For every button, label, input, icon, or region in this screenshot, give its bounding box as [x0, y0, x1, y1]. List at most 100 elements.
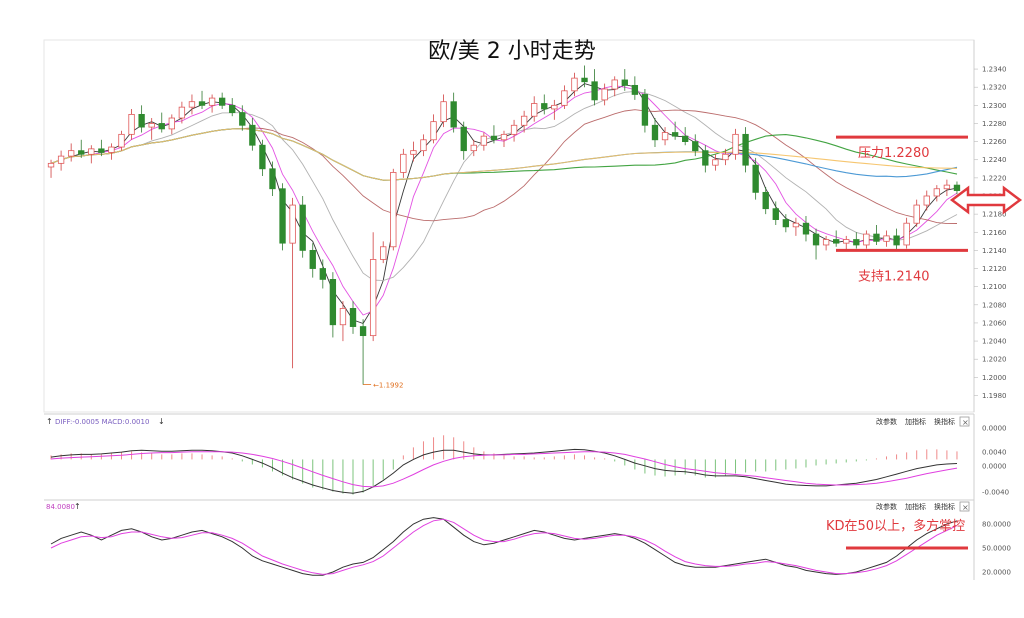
candle-body — [138, 114, 145, 128]
candle-body — [873, 233, 880, 242]
down-arrow-icon: ↓ — [158, 417, 165, 426]
candle-body — [380, 246, 387, 260]
candle-body — [420, 139, 427, 152]
candle-body — [369, 259, 377, 337]
main-annotations: ←1.1992 — [363, 382, 403, 390]
candle-body — [88, 148, 95, 155]
macd-y-tick-label: -0.0040 — [982, 489, 1009, 497]
candle-body — [490, 135, 498, 141]
moving-average-line — [50, 85, 958, 316]
candle-body — [611, 79, 618, 90]
chart-title: 欧/美 2 小时走势 — [428, 39, 595, 64]
candle-body — [359, 326, 367, 337]
kd-y-ticks: 80.0000 50.0000 20.0000 — [982, 521, 1011, 577]
main-y-tick-label: 1.2020 — [982, 356, 1007, 364]
candle-body — [520, 115, 528, 126]
candle-body — [299, 204, 306, 251]
candle-body — [98, 148, 105, 153]
candle-body — [591, 81, 598, 101]
candle-body — [802, 222, 810, 235]
main-y-tick-label: 1.2220 — [982, 174, 1007, 182]
kd-header: 84.0080 ↑ — [46, 502, 81, 511]
candle-body — [188, 101, 196, 108]
macd-buttons: 改参数 加指标 换指标 × — [876, 416, 970, 427]
candle-body — [661, 132, 669, 141]
moving-average-line — [50, 83, 958, 325]
kd-change-params-button[interactable]: 改参数 — [876, 502, 897, 511]
candle-body — [883, 235, 890, 242]
candle-body — [218, 97, 226, 106]
main-y-tick-label: 1.2120 — [982, 265, 1007, 273]
candle-body — [702, 150, 709, 166]
candle-body — [510, 124, 518, 135]
candle-body — [541, 103, 548, 110]
support-label: 支持1.2140 — [858, 269, 930, 284]
candle-body — [178, 106, 186, 119]
macd-y-tick-label: 0.0040 — [982, 449, 1007, 457]
kd-annotation: KD在50以上，多方掌控 — [826, 518, 965, 534]
candle-body — [641, 94, 649, 126]
macd-switch-indicator-button[interactable]: 换指标 — [934, 417, 955, 426]
macd-add-indicator-button[interactable]: 加指标 — [905, 417, 926, 426]
candle-body — [692, 141, 699, 152]
candle-body — [621, 79, 628, 86]
main-y-tick-label: 1.2240 — [982, 156, 1007, 164]
main-y-tick-label: 1.2000 — [982, 374, 1007, 382]
candle-body — [500, 133, 508, 141]
main-y-tick-label: 1.2040 — [982, 338, 1007, 346]
main-y-tick-label: 1.2080 — [982, 301, 1007, 309]
candle-body — [118, 133, 125, 148]
kd-y-tick-label: 20.0000 — [982, 569, 1011, 577]
macd-y-ticks: 0.0000 0.0040 0.0000 -0.0040 — [982, 425, 1009, 497]
up-arrow-icon: ↑ — [74, 502, 81, 511]
candle-body — [812, 233, 820, 246]
kd-switch-indicator-button[interactable]: 换指标 — [934, 502, 955, 511]
chart-svg: 欧/美 2 小时走势 1.2340 1.2320 1.2300 1.2280 1.226… — [43, 39, 1023, 580]
candle-body — [712, 159, 719, 166]
macd-header: ↑ DIFF:-0.0005 MACD:0.0010 ↓ — [46, 417, 165, 426]
main-y-tick-label: 1.2160 — [982, 229, 1007, 237]
main-y-tick-label: 1.2320 — [982, 84, 1007, 92]
moving-average-line — [50, 90, 958, 281]
candle-body — [108, 146, 115, 153]
candle-body — [762, 191, 769, 210]
main-y-tick-label: 1.2260 — [982, 138, 1007, 146]
candle-body — [430, 121, 437, 141]
candle-body — [531, 103, 538, 117]
candle-body — [722, 153, 729, 161]
candle-body — [752, 164, 759, 193]
candles — [47, 65, 961, 385]
candle-body — [480, 135, 488, 146]
candle-body — [289, 204, 296, 244]
candle-body — [631, 84, 639, 95]
main-y-tick-label: 1.2340 — [982, 66, 1007, 74]
candle-body — [651, 124, 659, 141]
candle-body — [259, 144, 266, 170]
candle-body — [249, 124, 256, 146]
candle-body — [158, 123, 165, 130]
resistance-label: 压力1.2280 — [858, 146, 930, 161]
kd-y-tick-label: 80.0000 — [982, 521, 1011, 529]
candle-body — [450, 101, 457, 128]
moving-averages — [50, 83, 958, 325]
kd-d-line — [50, 518, 958, 575]
macd-change-params-button[interactable]: 改参数 — [876, 417, 897, 426]
candle-body — [239, 112, 246, 126]
main-y-ticks: 1.2340 1.2320 1.2300 1.2280 1.2260 1.2240 1.22… — [974, 66, 1007, 400]
candle-body — [390, 172, 397, 248]
close-icon: × — [962, 418, 969, 427]
macd-header-text: DIFF:-0.0005 MACD:0.0010 — [55, 418, 149, 426]
candle-body — [78, 150, 85, 155]
candle-body — [279, 188, 286, 244]
candle-body — [57, 155, 65, 164]
candle-body — [400, 153, 407, 173]
candle-body — [410, 150, 417, 155]
kd-add-indicator-button[interactable]: 加指标 — [905, 502, 926, 511]
candle-body — [782, 219, 790, 228]
candle-body — [581, 77, 588, 83]
low-marker-label: ←1.1992 — [373, 382, 403, 390]
candle-body — [229, 104, 236, 113]
candle-body — [168, 117, 175, 130]
main-y-tick-label: 1.1980 — [982, 392, 1007, 400]
kd-buttons: 改参数 加指标 换指标 × — [876, 501, 970, 512]
